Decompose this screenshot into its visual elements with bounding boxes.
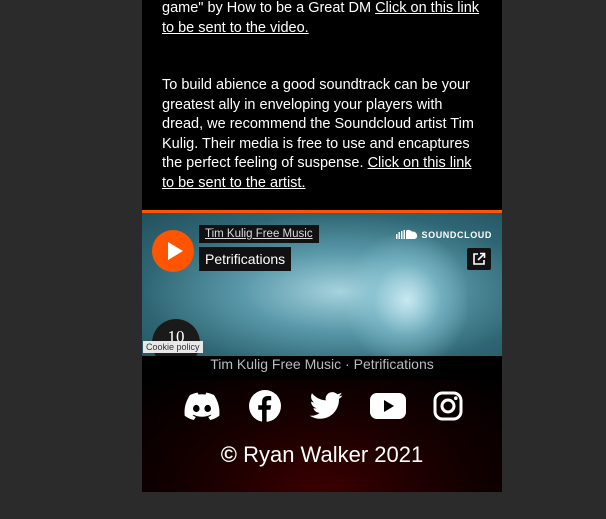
youtube-link[interactable] xyxy=(370,390,406,422)
play-icon xyxy=(168,242,183,260)
footer: © Ryan Walker 2021 xyxy=(142,380,502,492)
discord-icon xyxy=(184,392,220,420)
artwork-image xyxy=(347,235,467,356)
cookie-policy-link[interactable]: Cookie policy xyxy=(143,341,203,353)
twitter-icon xyxy=(309,392,343,419)
copyright-text: © Ryan Walker 2021 xyxy=(142,442,502,468)
discord-link[interactable] xyxy=(184,390,220,422)
facebook-link[interactable] xyxy=(247,390,283,422)
instagram-link[interactable] xyxy=(430,390,466,422)
player-caption[interactable]: Tim Kulig Free Music · Petrifications xyxy=(142,356,502,372)
youtube-icon xyxy=(370,393,406,419)
soundcloud-brand-text: SOUNDCLOUD xyxy=(421,229,492,240)
instagram-icon xyxy=(433,391,463,421)
soundtrack-paragraph: To build abience a good soundtrack can b… xyxy=(162,76,484,193)
share-icon xyxy=(473,252,486,265)
copyright-symbol: © xyxy=(220,442,237,467)
twitter-link[interactable] xyxy=(308,390,344,422)
social-links xyxy=(142,390,502,424)
content-column: game" by How to be a Great DM Click on t… xyxy=(142,0,502,492)
video-paragraph: game" by How to be a Great DM Click on t… xyxy=(162,0,484,38)
play-button[interactable] xyxy=(152,230,194,272)
copyright-owner: Ryan Walker 2021 xyxy=(236,442,424,467)
share-button[interactable] xyxy=(467,248,491,270)
track-title[interactable]: Petrifications xyxy=(199,247,292,271)
video-paragraph-text: game" by How to be a Great DM xyxy=(162,0,376,16)
soundcloud-player: Tim Kulig Free Music Petrifications SOUN… xyxy=(142,210,502,356)
soundcloud-logo[interactable]: SOUNDCLOUD xyxy=(395,229,493,240)
facebook-icon xyxy=(249,390,281,422)
soundcloud-cloud-icon xyxy=(395,229,417,239)
artist-name-link[interactable]: Tim Kulig Free Music xyxy=(199,225,319,243)
